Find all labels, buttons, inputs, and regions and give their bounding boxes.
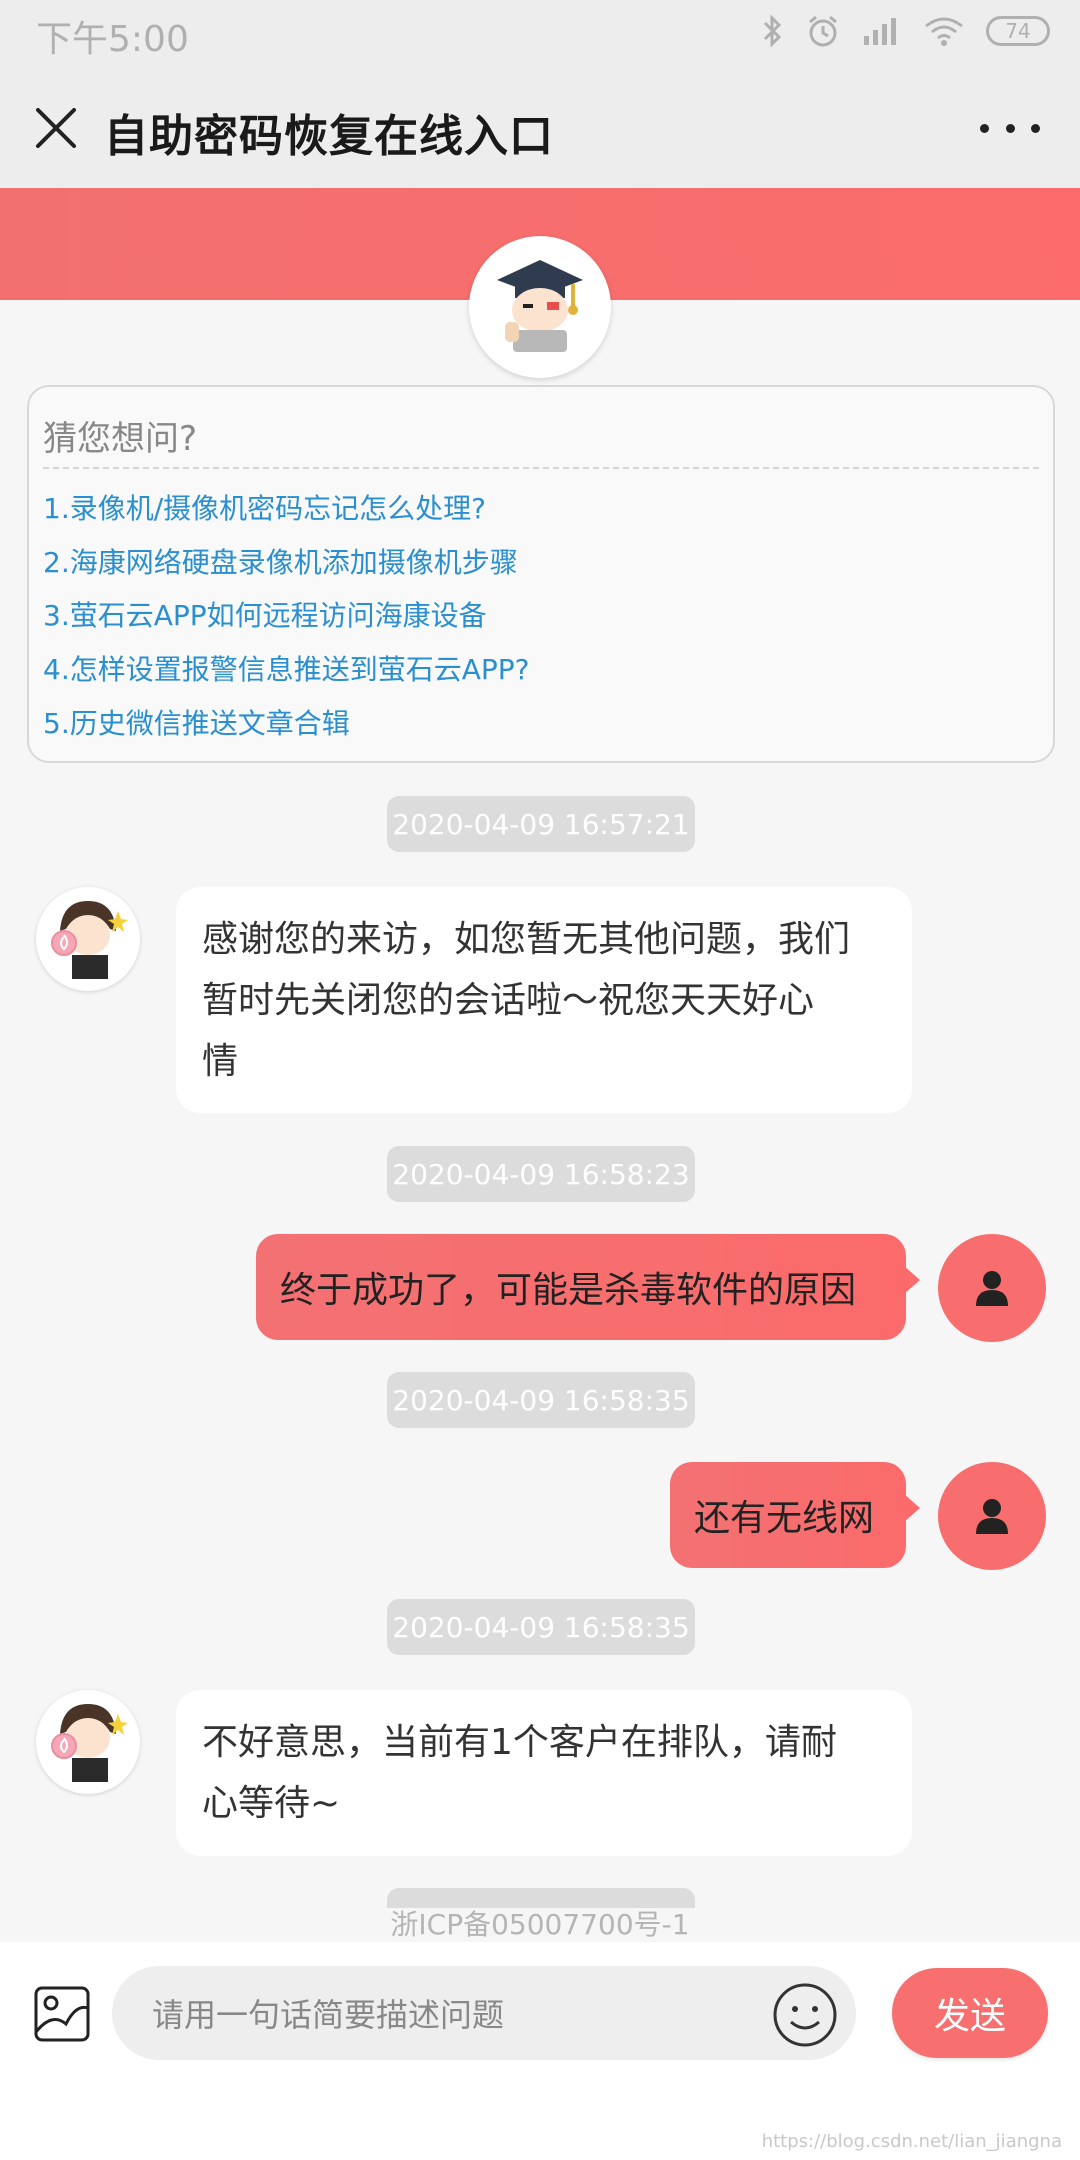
- agent-message-bubble: 感谢您的来访，如您暂无其他问题，我们 暂时先关闭您的会话啦～祝您天天好心 情: [176, 887, 912, 1113]
- page-title: 自助密码恢复在线入口: [104, 111, 554, 162]
- timestamp: 2020-04-09 16:58:35: [387, 1372, 695, 1428]
- bot-avatar: [469, 236, 611, 378]
- message-text: 终于成功了，可能是杀毒软件的原因: [280, 1270, 857, 1311]
- faq-heading: 猜您想问?: [43, 419, 198, 459]
- input-bar: 请用一句话简要描述问题 发送 https://blog.csdn.net/lia…: [0, 1942, 1080, 2160]
- signal-icon: [864, 18, 896, 45]
- bubble-tail: [904, 1266, 920, 1294]
- alarm-icon: [809, 15, 837, 47]
- faq-card: 猜您想问? 1.录像机/摄像机密码忘记怎么处理? 2.海康网络硬盘录像机添加摄像…: [27, 385, 1055, 763]
- image-icon[interactable]: [32, 1984, 92, 2044]
- agent-avatar: [36, 887, 140, 991]
- agent-avatar-icon: [51, 1704, 128, 1782]
- user-message-bubble: 还有无线网: [670, 1462, 920, 1568]
- faq-item[interactable]: 5.历史微信推送文章合辑: [43, 702, 350, 742]
- input-placeholder: 请用一句话简要描述问题: [152, 1996, 505, 2034]
- more-icon[interactable]: [980, 110, 1040, 146]
- timestamp: 2020-04-09 16:57:21: [387, 796, 695, 852]
- timestamp: 2020-04-09 16:58:35: [387, 1599, 695, 1655]
- faq-divider: [43, 467, 1039, 469]
- status-time: 下午5:00: [36, 19, 189, 60]
- status-icons: 74: [762, 14, 1050, 48]
- emoji-icon[interactable]: [772, 1982, 838, 2048]
- timestamp: 2020-04-09 16:58:23: [387, 1146, 695, 1202]
- message-text: 还有无线网: [694, 1498, 875, 1539]
- wifi-icon: [925, 17, 963, 46]
- battery-indicator: 74: [986, 16, 1050, 46]
- agent-message-bubble: 不好意思，当前有1个客户在排队，请耐 心等待~: [176, 1690, 912, 1856]
- agent-avatar: [36, 1690, 140, 1794]
- message-line: 不好意思，当前有1个客户在排队，请耐: [202, 1722, 837, 1763]
- watermark-text: https://blog.csdn.net/lian_jiangna: [761, 2131, 1062, 2152]
- icp-footer[interactable]: 浙ICP备05007700号-1: [0, 1903, 1080, 1943]
- title-bar: 自助密码恢复在线入口: [0, 70, 1080, 188]
- message-line: 心等待~: [202, 1783, 341, 1824]
- message-line: 感谢您的来访，如您暂无其他问题，我们: [202, 919, 851, 960]
- agent-avatar-icon: [51, 901, 128, 979]
- faq-item[interactable]: 4.怎样设置报警信息推送到萤石云APP?: [43, 648, 530, 688]
- user-message-bubble: 终于成功了，可能是杀毒软件的原因: [256, 1234, 920, 1340]
- faq-item[interactable]: 1.录像机/摄像机密码忘记怎么处理?: [43, 487, 486, 527]
- user-avatar: [938, 1234, 1046, 1342]
- faq-item[interactable]: 2.海康网络硬盘录像机添加摄像机步骤: [43, 541, 518, 581]
- user-avatar: [938, 1462, 1046, 1570]
- send-button[interactable]: 发送: [892, 1968, 1048, 2058]
- user-icon: [976, 1271, 1008, 1306]
- faq-item[interactable]: 3.萤石云APP如何远程访问海康设备: [43, 594, 487, 634]
- bot-mascot-icon: [497, 260, 583, 352]
- status-bar: 下午5:00 74: [0, 0, 1080, 70]
- bubble-tail: [904, 1494, 920, 1522]
- message-input[interactable]: 请用一句话简要描述问题: [112, 1966, 856, 2060]
- message-line: 暂时先关闭您的会话啦～祝您天天好心: [202, 980, 815, 1021]
- message-line: 情: [202, 1041, 239, 1082]
- close-icon[interactable]: [28, 100, 84, 156]
- bluetooth-icon: [763, 14, 782, 48]
- user-icon: [976, 1499, 1008, 1534]
